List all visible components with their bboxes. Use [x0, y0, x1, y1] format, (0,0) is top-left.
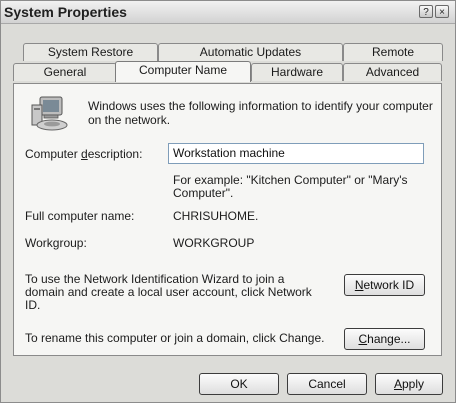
- wizard-line-1: To use the Network Identification Wizard…: [25, 272, 285, 286]
- example-line-1: For example: "Kitchen Computer" or "Mary…: [173, 173, 408, 187]
- full-name-label: Full computer name:: [25, 209, 135, 223]
- tab-automatic-updates[interactable]: Automatic Updates: [158, 43, 343, 61]
- computer-description-input[interactable]: Workstation machine: [168, 143, 424, 164]
- intro-line-1: Windows uses the following information t…: [88, 99, 433, 113]
- tab-advanced[interactable]: Advanced: [343, 63, 442, 81]
- intro-line-2: on the network.: [88, 113, 171, 127]
- wizard-line-3: ID.: [25, 298, 41, 312]
- description-label: Computer description:: [25, 147, 143, 161]
- example-line-2: Computer".: [173, 186, 234, 200]
- tab-remote[interactable]: Remote: [343, 43, 443, 61]
- help-button[interactable]: ?: [419, 5, 433, 18]
- ok-button[interactable]: OK: [199, 373, 279, 395]
- computer-network-icon: [31, 96, 68, 131]
- tab-computer-name[interactable]: Computer Name: [115, 61, 251, 82]
- workgroup-label: Workgroup:: [25, 236, 87, 250]
- close-button[interactable]: ×: [435, 5, 449, 18]
- apply-button[interactable]: Apply: [375, 373, 443, 395]
- wizard-line-2: domain and create a local user account, …: [25, 285, 312, 299]
- full-name-value: CHRISUHOME.: [173, 209, 259, 223]
- change-button[interactable]: Change...: [344, 328, 425, 350]
- title-bar[interactable]: System Properties ? ×: [1, 1, 455, 24]
- workgroup-value: WORKGROUP: [173, 236, 255, 250]
- system-properties-window: System Properties ? × System Restore Aut…: [0, 0, 456, 403]
- window-title: System Properties: [4, 4, 127, 20]
- network-id-button[interactable]: Network ID: [344, 274, 425, 296]
- tab-system-restore[interactable]: System Restore: [23, 43, 158, 61]
- cancel-button[interactable]: Cancel: [287, 373, 367, 395]
- tab-general[interactable]: General: [13, 63, 117, 81]
- rename-text: To rename this computer or join a domain…: [25, 331, 325, 345]
- tab-hardware[interactable]: Hardware: [251, 63, 343, 81]
